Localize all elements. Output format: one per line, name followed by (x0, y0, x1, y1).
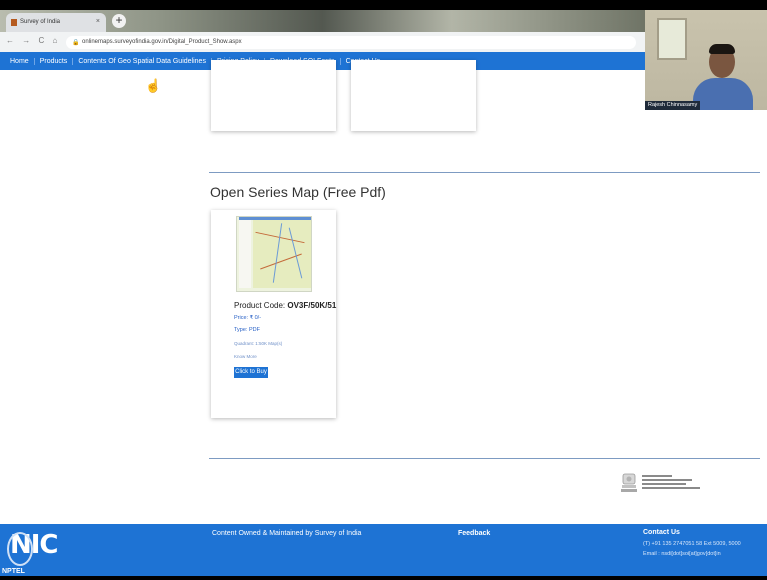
product-code-value: OV3F/50K/51 (287, 301, 337, 310)
new-tab-button[interactable]: + (112, 14, 126, 28)
buy-button[interactable]: Click to Buy (234, 367, 268, 378)
lock-icon: 🔒 (72, 40, 80, 46)
product-type: Type: PDF (234, 327, 260, 333)
browser-nav-icons[interactable]: ← → C ⌂ (6, 36, 60, 45)
screen: Survey of India × + ← → C ⌂ 🔒 onlinemaps… (0, 10, 767, 576)
webcam-person-body (693, 78, 753, 110)
section-divider-bottom (209, 458, 760, 459)
webcam-overlay: Rajesh Chinnasamy (645, 10, 767, 110)
tab-title: Survey of India (20, 19, 61, 25)
nav-geospatial-guidelines[interactable]: Contents Of Geo Spatial Data Guidelines (73, 57, 212, 65)
contact-phone: (T) +91 135 2747051 58 Ext 5009, 5000 (643, 541, 741, 547)
emblem-icon (621, 473, 637, 492)
nptel-watermark: NPTEL (2, 568, 25, 575)
emblem-caption (642, 475, 702, 491)
webcam-person-hair (709, 44, 735, 54)
contact-email: Email : nsdi[dot]soi[at]gov[dot]in (643, 551, 721, 557)
browser-tab-bar: Survey of India × + (0, 10, 645, 32)
nav-products[interactable]: Products (35, 57, 74, 65)
nav-home[interactable]: Home (5, 57, 35, 65)
product-card-partial-2[interactable] (351, 60, 476, 131)
map-legend (239, 220, 251, 288)
product-card-partial-1[interactable] (211, 60, 336, 131)
product-price: Price: ₹ 0/- (234, 315, 262, 321)
feedback-link[interactable]: Feedback (458, 530, 490, 537)
close-tab-icon[interactable]: × (96, 18, 100, 25)
nic-logo: NIC (7, 530, 59, 566)
map-thumbnail[interactable] (236, 216, 312, 292)
url-text: onlinemaps.surveyofindia.gov.in/Digital_… (82, 39, 242, 45)
product-code: Product Code: OV3F/50K/51 (234, 301, 336, 310)
webcam-name-label: Rajesh Chinnasamy (645, 101, 701, 110)
product-code-label: Product Code: (234, 301, 286, 310)
address-bar-row: ← → C ⌂ 🔒 onlinemaps.surveyofindia.gov.i… (0, 32, 645, 52)
section-title: Open Series Map (Free Pdf) (210, 184, 386, 200)
favicon-icon (11, 19, 17, 26)
footer-owned-text: Content Owned & Maintained by Survey of … (212, 530, 362, 537)
section-divider (209, 172, 760, 173)
footer: NIC NPTEL Content Owned & Maintained by … (0, 524, 767, 576)
url-input[interactable]: 🔒 onlinemaps.surveyofindia.gov.in/Digita… (66, 36, 636, 49)
product-desc: Quadrant: 1:50K Map(s) (234, 341, 283, 346)
hand-cursor-icon: ☝ (145, 78, 162, 93)
contact-title: Contact Us (643, 529, 680, 536)
browser-tab[interactable]: Survey of India × (6, 13, 106, 32)
know-more-link[interactable]: Know More (234, 354, 257, 359)
webcam-window-bg (657, 18, 687, 60)
